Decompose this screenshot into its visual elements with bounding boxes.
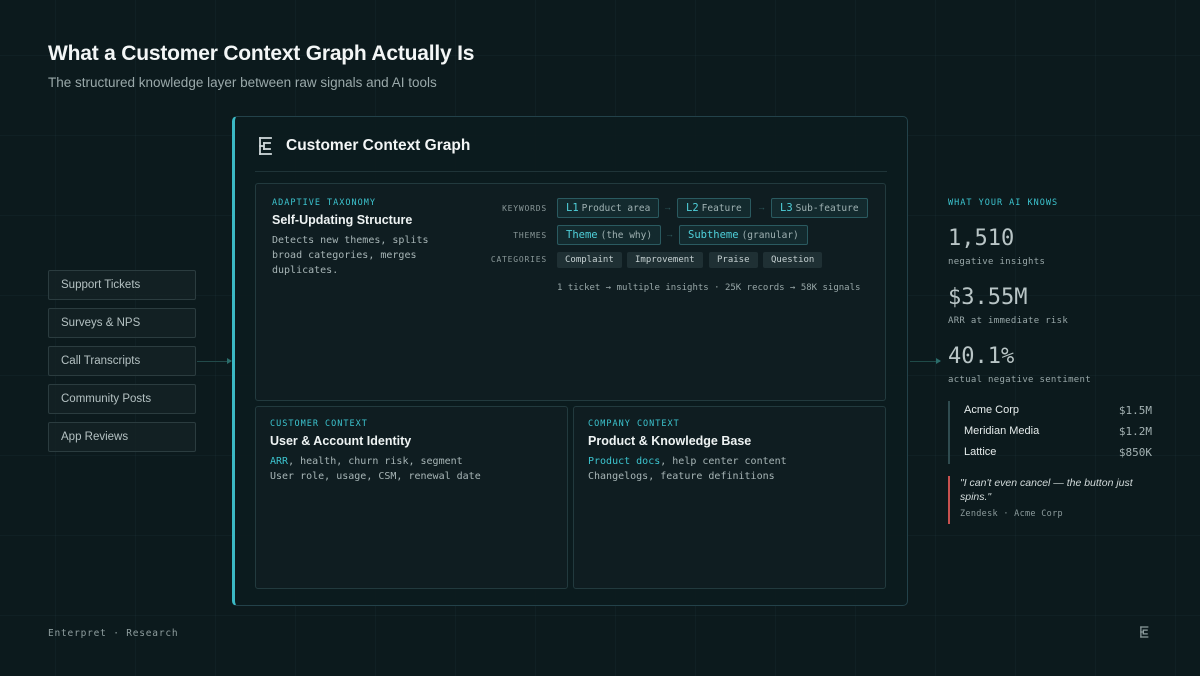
categories-label: CATEGORIES — [490, 255, 547, 264]
taxonomy-kicker: ADAPTIVE TAXONOMY — [272, 198, 376, 208]
enterpret-e-icon — [1140, 626, 1149, 638]
sources-to-graph-arrow — [197, 358, 232, 364]
arrow-icon: → — [663, 202, 672, 212]
source-community-posts: Community Posts — [48, 384, 196, 414]
source-surveys-nps: Surveys & NPS — [48, 308, 196, 338]
page-subtitle: The structured knowledge layer between r… — [48, 75, 437, 90]
category-chip-praise: Praise — [709, 252, 758, 268]
customer-description: ARR, health, churn risk, segment User ro… — [270, 456, 481, 482]
themes-label: THEMES — [513, 231, 547, 240]
keywords-label: KEYWORDS — [502, 204, 547, 213]
accounts-at-risk-list: Acme Corp $1.5M Meridian Media $1.2M Lat… — [948, 401, 1154, 464]
subtheme-chip: Subtheme (granular) — [679, 225, 808, 245]
adaptive-taxonomy-card: ADAPTIVE TAXONOMY Self-Updating Structur… — [255, 183, 886, 401]
source-app-reviews: App Reviews — [48, 422, 196, 452]
enterpret-e-icon — [259, 137, 272, 155]
taxonomy-description: Detects new themes, splits broad categor… — [272, 235, 429, 276]
source-support-tickets: Support Tickets — [48, 270, 196, 300]
stat-sentiment-label: actual negative sentiment — [948, 375, 1091, 385]
taxonomy-title: Self-Updating Structure — [272, 213, 413, 227]
list-item: Meridian Media $1.2M — [964, 425, 1152, 438]
category-chip-improvement: Improvement — [627, 252, 703, 268]
list-item: Lattice $850K — [964, 446, 1152, 459]
panel-header: Customer Context Graph — [257, 134, 470, 158]
company-kicker: COMPANY CONTEXT — [588, 419, 680, 429]
customer-title: User & Account Identity — [270, 434, 412, 448]
page-title: What a Customer Context Graph Actually I… — [48, 42, 475, 65]
company-description: Product docs, help center content Change… — [588, 456, 787, 482]
list-item: Acme Corp $1.5M — [964, 404, 1152, 417]
context-graph-panel: Customer Context Graph ADAPTIVE TAXONOMY… — [232, 116, 908, 606]
stat-arr-risk-label: ARR at immediate risk — [948, 316, 1069, 326]
arrow-icon: → — [757, 202, 766, 212]
customer-quote: "I can't even cancel — the button just s… — [948, 476, 1158, 524]
category-chip-complaint: Complaint — [557, 252, 622, 268]
graph-to-ai-arrow — [910, 358, 941, 364]
stat-sentiment-value: 40.1% — [948, 344, 1015, 369]
stat-negative-insights-value: 1,510 — [948, 226, 1015, 251]
stat-negative-insights-label: negative insights — [948, 257, 1046, 267]
quote-source: Zendesk · Acme Corp — [960, 509, 1063, 519]
stat-arr-risk-value: $3.55M — [948, 285, 1028, 310]
company-context-card: COMPANY CONTEXT Product & Knowledge Base… — [573, 406, 886, 589]
arrow-icon: → — [665, 229, 674, 239]
company-title: Product & Knowledge Base — [588, 434, 752, 448]
source-call-transcripts: Call Transcripts — [48, 346, 196, 376]
customer-context-card: CUSTOMER CONTEXT User & Account Identity… — [255, 406, 568, 589]
customer-kicker: CUSTOMER CONTEXT — [270, 419, 368, 429]
panel-title: Customer Context Graph — [286, 137, 471, 154]
ai-knows-kicker: WHAT YOUR AI KNOWS — [948, 198, 1059, 208]
keyword-chip-l3: L3 Sub-feature — [771, 198, 868, 218]
panel-divider — [255, 171, 887, 172]
taxonomy-footer-stats: 1 ticket → multiple insights · 25K recor… — [557, 283, 861, 293]
keyword-chip-l1: L1 Product area — [557, 198, 660, 218]
quote-text: "I can't even cancel — the button just s… — [960, 477, 1133, 503]
footer-credit: Enterpret · Research — [48, 628, 179, 639]
theme-chip: Theme (the why) — [557, 225, 662, 245]
keyword-chip-l2: L2 Feature — [677, 198, 751, 218]
category-chip-question: Question — [763, 252, 823, 268]
